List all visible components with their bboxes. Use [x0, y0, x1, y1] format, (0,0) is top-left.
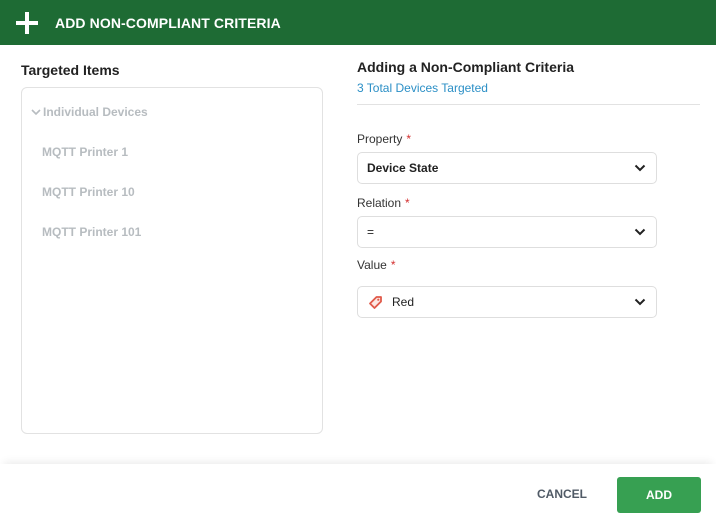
tree-item[interactable]: MQTT Printer 101	[42, 225, 141, 239]
value-label-text: Value	[357, 258, 387, 272]
relation-label-text: Relation	[357, 196, 402, 210]
relation-select[interactable]: =	[357, 216, 657, 248]
value-label: Value *	[357, 258, 395, 272]
targeted-items-tree: Individual Devices MQTT Printer 1 MQTT P…	[21, 87, 323, 434]
chevron-down-icon	[31, 109, 41, 116]
plus-icon	[15, 11, 39, 35]
tree-group-label: Individual Devices	[43, 105, 148, 119]
cancel-button[interactable]: CANCEL	[527, 477, 597, 511]
dialog-title: ADD NON-COMPLIANT CRITERIA	[55, 14, 281, 31]
required-mark: *	[390, 258, 396, 272]
dialog-footer	[0, 464, 716, 524]
required-mark: *	[406, 132, 412, 146]
tree-group-individual-devices[interactable]: Individual Devices	[30, 105, 148, 119]
add-button[interactable]: ADD	[617, 477, 701, 513]
tag-icon	[369, 295, 382, 309]
chevron-down-icon	[634, 164, 646, 172]
form-title: Adding a Non-Compliant Criteria	[357, 59, 574, 75]
relation-value: =	[367, 225, 375, 239]
targeted-items-title: Targeted Items	[21, 62, 120, 78]
value-value: Red	[392, 295, 415, 309]
value-select[interactable]: Red	[357, 286, 657, 318]
chevron-down-icon	[634, 228, 646, 236]
dialog-header: ADD NON-COMPLIANT CRITERIA	[0, 0, 716, 45]
property-label: Property *	[357, 132, 411, 146]
divider	[357, 104, 700, 105]
property-label-text: Property	[357, 132, 403, 146]
chevron-down-icon	[634, 298, 646, 306]
required-mark: *	[405, 196, 410, 210]
property-value: Device State	[367, 161, 439, 175]
tree-item[interactable]: MQTT Printer 10	[42, 185, 135, 199]
relation-label: Relation *	[357, 196, 410, 210]
tree-item[interactable]: MQTT Printer 1	[42, 145, 128, 159]
devices-targeted-count: 3 Total Devices Targeted	[357, 81, 488, 95]
property-select[interactable]: Device State	[357, 152, 657, 184]
